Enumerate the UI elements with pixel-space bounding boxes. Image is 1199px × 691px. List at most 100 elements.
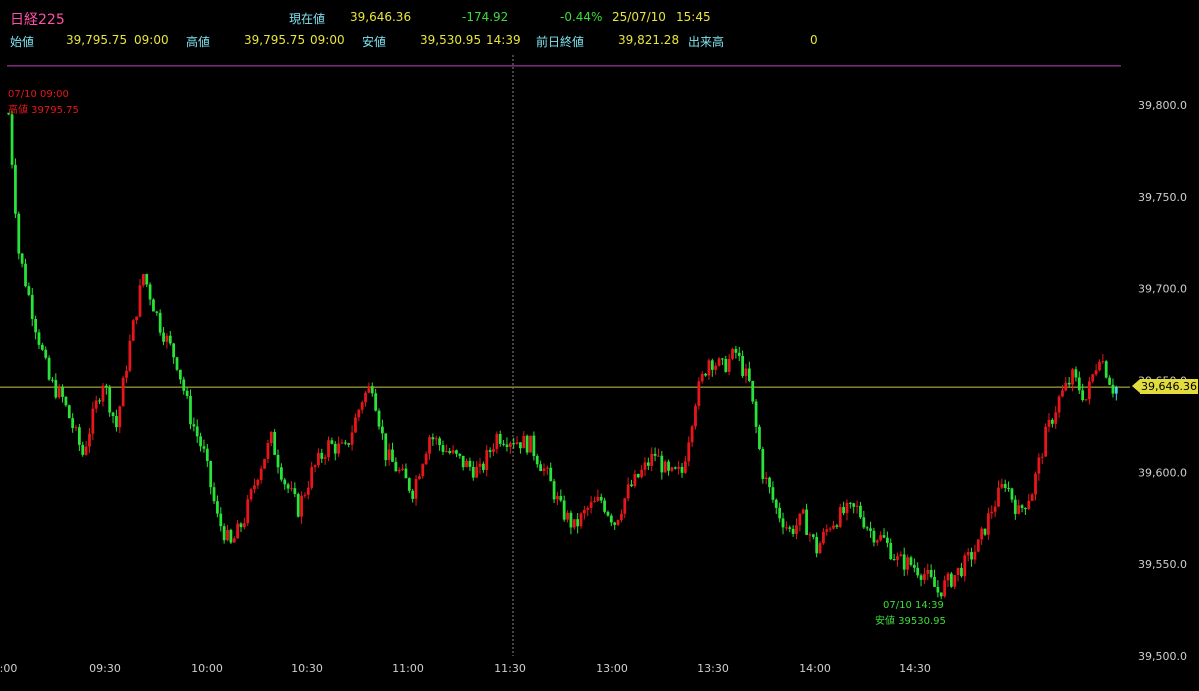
candle-body bbox=[478, 463, 482, 467]
candle-body bbox=[990, 511, 994, 514]
candle-body bbox=[1020, 505, 1024, 508]
candle-body bbox=[811, 534, 815, 537]
candle-body bbox=[653, 453, 657, 456]
candle-body bbox=[717, 358, 721, 366]
candle-body bbox=[61, 387, 64, 397]
candle-body bbox=[980, 528, 984, 540]
candle-body bbox=[347, 443, 351, 445]
candle-body bbox=[502, 443, 505, 445]
candle-body bbox=[879, 535, 883, 541]
candle-body bbox=[535, 456, 539, 465]
candle-body bbox=[172, 343, 176, 358]
candle-body bbox=[1114, 387, 1118, 394]
candle-body bbox=[482, 463, 485, 470]
candle-body bbox=[74, 427, 78, 429]
candle-body bbox=[1077, 377, 1081, 391]
candle-body bbox=[781, 518, 785, 528]
candle-body bbox=[673, 467, 677, 469]
candle-body bbox=[569, 512, 573, 528]
candle-body bbox=[525, 435, 529, 453]
candle-body bbox=[939, 592, 943, 597]
candle-body bbox=[630, 484, 633, 487]
candle-body bbox=[441, 445, 445, 452]
candle-body bbox=[431, 437, 435, 440]
candle-body bbox=[519, 442, 522, 449]
candle-body bbox=[1000, 483, 1004, 488]
candle-body bbox=[384, 433, 388, 461]
candle-body bbox=[256, 479, 260, 486]
candle-body bbox=[633, 473, 637, 487]
candle-body bbox=[209, 461, 213, 488]
candle-body bbox=[182, 379, 186, 391]
candle-body bbox=[872, 530, 876, 543]
candle-body bbox=[1074, 369, 1078, 378]
candle-body bbox=[855, 505, 859, 507]
candle-body bbox=[512, 443, 516, 445]
candle-body bbox=[340, 442, 344, 444]
candle-body bbox=[677, 466, 681, 469]
x-tick-label: 11:00 bbox=[392, 662, 424, 675]
candle-body bbox=[216, 501, 219, 514]
candle-body bbox=[303, 494, 307, 496]
candlestick-chart: 39,500.039,550.039,600.039,650.039,700.0… bbox=[0, 55, 1187, 675]
candle-body bbox=[731, 348, 734, 359]
candle-body bbox=[1047, 419, 1051, 427]
candle-body bbox=[798, 513, 802, 526]
candle-body bbox=[670, 467, 674, 471]
candle-body bbox=[1084, 399, 1088, 401]
candle-body bbox=[758, 426, 761, 450]
candle-body bbox=[498, 433, 502, 444]
candle-body bbox=[320, 452, 324, 459]
candle-body bbox=[168, 335, 172, 344]
candle-body bbox=[593, 501, 596, 503]
candle-body bbox=[835, 525, 839, 527]
candle-body bbox=[599, 496, 603, 501]
candle-body bbox=[27, 286, 31, 295]
candle-body bbox=[1017, 505, 1021, 514]
candle-body bbox=[424, 453, 428, 465]
candle-body bbox=[852, 503, 856, 507]
candle-body bbox=[17, 213, 21, 254]
candle-body bbox=[983, 528, 987, 535]
candle-body bbox=[317, 452, 320, 466]
candle-body bbox=[78, 427, 81, 445]
candle-body bbox=[391, 449, 394, 462]
candle-body bbox=[354, 417, 357, 433]
low-label: 安値 bbox=[362, 35, 387, 49]
candle-body bbox=[387, 449, 391, 461]
candle-body bbox=[515, 442, 519, 445]
candle-body bbox=[313, 465, 317, 468]
candle-body bbox=[1010, 488, 1014, 500]
candle-body bbox=[1040, 456, 1044, 458]
candle-body bbox=[1034, 473, 1037, 495]
candle-body bbox=[886, 537, 889, 543]
candle-body bbox=[492, 449, 495, 452]
candle-body bbox=[552, 481, 556, 500]
candle-body bbox=[34, 318, 37, 333]
candle-body bbox=[455, 450, 458, 454]
candle-body bbox=[694, 405, 697, 427]
prev-close-value: 39,821.28 bbox=[618, 33, 680, 47]
candle-body bbox=[690, 426, 694, 443]
candle-body bbox=[596, 496, 600, 502]
candle-body bbox=[475, 466, 479, 478]
candle-body bbox=[407, 478, 411, 491]
current-label: 現在値 bbox=[289, 12, 326, 26]
candle-body bbox=[283, 479, 287, 485]
candle-body bbox=[185, 390, 189, 397]
candle-body bbox=[714, 365, 718, 370]
y-tick-label: 39,750.0 bbox=[1138, 191, 1187, 204]
candle-body bbox=[1088, 381, 1091, 400]
candle-body bbox=[461, 455, 465, 468]
candle-body bbox=[47, 357, 51, 380]
candle-body bbox=[51, 379, 54, 381]
candle-body bbox=[222, 526, 226, 541]
candle-body bbox=[795, 525, 798, 534]
candle-body bbox=[205, 448, 209, 462]
candle-body bbox=[249, 489, 253, 500]
candle-body bbox=[465, 460, 468, 468]
x-tick-label: 14:00 bbox=[799, 662, 831, 675]
candle-body bbox=[727, 358, 731, 372]
candle-body bbox=[165, 335, 169, 342]
candle-body bbox=[522, 435, 526, 449]
